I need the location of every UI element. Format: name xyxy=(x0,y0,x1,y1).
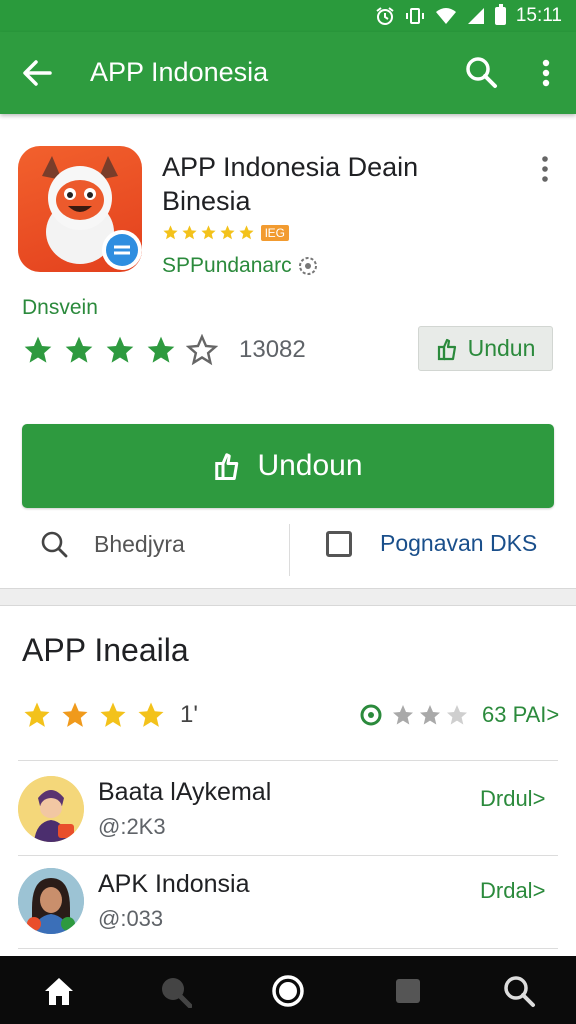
rating-section-label: Dnsvein xyxy=(22,296,98,319)
more-vert-icon[interactable] xyxy=(534,56,558,90)
checkbox[interactable] xyxy=(326,530,352,557)
secondary-install-button[interactable]: Undun xyxy=(418,326,553,371)
list-item-action[interactable]: Drdul> xyxy=(480,786,545,812)
list-item-subtitle: @:033 xyxy=(98,906,164,931)
search-icon[interactable] xyxy=(502,974,536,1008)
home-icon[interactable] xyxy=(42,974,76,1008)
search-icon xyxy=(41,531,68,558)
star-icon xyxy=(182,225,197,240)
install-button-label: Undoun xyxy=(257,449,363,482)
star-filled-icon xyxy=(65,336,93,363)
list-item[interactable]: APK Indonsia @:033 Drdal> xyxy=(0,868,576,958)
navigation-bar xyxy=(0,956,576,1024)
verified-badge-icon xyxy=(298,257,317,275)
list-item-subtitle: @:2K3 xyxy=(98,814,166,839)
star-filled-icon xyxy=(106,336,134,363)
star-icon xyxy=(220,225,235,240)
app-overflow-menu-icon[interactable] xyxy=(536,154,554,184)
status-bar: 15:11 xyxy=(0,0,576,32)
app-bar: APP Indonesia xyxy=(0,32,576,114)
search-icon[interactable] xyxy=(464,55,498,89)
tool-right-label: Pognavan DKS xyxy=(380,530,538,556)
app-tools-row: Bhedjyra Pognavan DKS xyxy=(0,524,576,580)
list-item-title: Baata lAykemal xyxy=(98,778,272,806)
section-separator xyxy=(0,588,576,606)
install-button[interactable]: Undoun xyxy=(22,424,554,508)
developer-name: SPPundanarc xyxy=(162,254,292,277)
status-icons: 15:11 xyxy=(375,4,562,28)
star-icon xyxy=(239,225,254,240)
secondary-install-label: Undun xyxy=(467,335,536,361)
tool-divider xyxy=(289,524,290,576)
tool-left-label: Bhedjyra xyxy=(94,530,185,557)
download-hand-icon xyxy=(437,338,456,360)
list-divider xyxy=(18,760,558,761)
reviews-summary-link[interactable]: 63 PAI> xyxy=(360,702,559,728)
list-item-title: APK Indonsia xyxy=(98,870,250,898)
grey-star-icon xyxy=(447,705,467,725)
rating-count: 13082 xyxy=(239,336,306,363)
star-icon xyxy=(24,702,50,727)
star-icon xyxy=(100,702,126,727)
square-icon[interactable] xyxy=(391,974,425,1008)
app-mini-rating: lEG xyxy=(162,224,290,241)
app-rating-stars: 13082 xyxy=(22,334,306,366)
tool-search-option[interactable]: Bhedjyra xyxy=(40,530,185,558)
reviews-count: 1' xyxy=(180,701,198,728)
star-outline-icon xyxy=(186,334,218,366)
back-arrow-icon[interactable] xyxy=(20,56,54,90)
vibrate-icon xyxy=(405,8,424,24)
star-filled-icon xyxy=(24,336,52,363)
star-icon xyxy=(201,225,216,240)
person-avatar-icon xyxy=(18,868,84,934)
tool-checkbox-option[interactable]: Pognavan DKS xyxy=(326,530,537,557)
list-divider xyxy=(18,948,558,949)
signal-icon xyxy=(467,8,484,24)
star-icon xyxy=(138,702,164,727)
reviews-stars: 1' xyxy=(22,700,198,730)
grey-star-icon xyxy=(420,705,440,725)
check-circle-icon xyxy=(360,704,382,726)
list-item-action[interactable]: Drdal> xyxy=(480,878,545,904)
grey-star-icon xyxy=(393,705,413,725)
list-item[interactable]: Baata lAykemal @:2K3 Drdul> xyxy=(0,776,576,866)
app-bar-title: APP Indonesia xyxy=(90,57,269,87)
reviews-summary-text: 63 PAI> xyxy=(482,702,560,727)
app-icon[interactable] xyxy=(18,146,142,272)
download-hand-icon xyxy=(215,453,239,480)
avatar xyxy=(18,868,84,934)
wifi-icon xyxy=(435,8,456,24)
reviews-title: APP Ineaila xyxy=(22,632,189,668)
star-icon xyxy=(163,225,178,240)
alarm-icon xyxy=(376,7,394,25)
battery-icon xyxy=(494,4,506,25)
star-filled-icon xyxy=(147,336,175,363)
discover-icon[interactable] xyxy=(158,974,192,1008)
app-name: APP Indonesia Deain Binesia xyxy=(162,152,419,216)
avatar xyxy=(18,776,84,842)
robot-mascot-icon xyxy=(42,156,142,270)
status-time: 15:11 xyxy=(515,5,562,26)
circle-home-icon[interactable] xyxy=(271,974,305,1008)
app-details-card: APP Indonesia Deain Binesia lEG SPPundan… xyxy=(0,120,576,590)
star-icon xyxy=(62,702,88,727)
app-badge: lEG xyxy=(261,224,290,241)
developer-link[interactable]: SPPundanarc xyxy=(162,254,318,278)
cartoon-avatar-icon xyxy=(18,776,84,842)
list-divider xyxy=(18,855,558,856)
